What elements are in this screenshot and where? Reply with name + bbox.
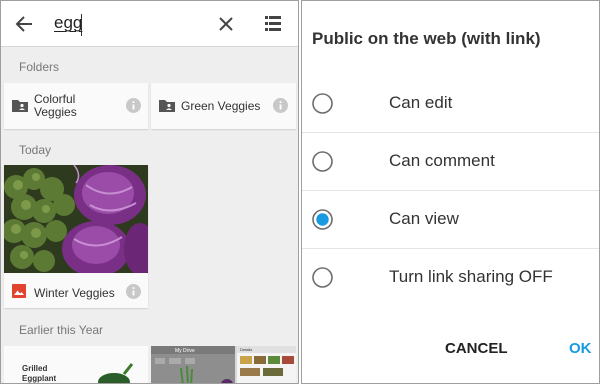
folder-name: Green Veggies — [181, 99, 261, 113]
info-icon[interactable] — [126, 284, 141, 299]
folder-item[interactable]: Colorful Veggies — [4, 83, 148, 129]
file-name: Winter Veggies — [34, 286, 115, 300]
info-icon[interactable] — [126, 98, 141, 113]
back-arrow-icon[interactable] — [14, 14, 34, 34]
option-label: Turn link sharing OFF — [389, 267, 553, 286]
cancel-button[interactable]: CANCEL — [445, 340, 508, 357]
shared-folder-icon — [12, 100, 28, 112]
text-cursor — [81, 14, 82, 36]
section-header-earlier: Earlier this Year — [19, 323, 104, 337]
info-icon[interactable] — [273, 98, 288, 113]
image-file-icon — [12, 284, 26, 298]
search-results-screen: egg Folders Colorful Veggies Green Veggi… — [0, 0, 299, 384]
option-can-comment[interactable]: Can comment — [302, 133, 599, 191]
option-can-edit[interactable]: Can edit — [302, 75, 599, 133]
search-input[interactable]: egg — [54, 13, 82, 33]
radio-button[interactable] — [312, 93, 333, 114]
screenshot-title: My Drive — [175, 348, 195, 354]
radio-button-selected[interactable] — [312, 209, 333, 230]
radio-button[interactable] — [312, 151, 333, 172]
option-label: Can edit — [389, 93, 453, 112]
folder-item[interactable]: Green Veggies — [151, 83, 296, 129]
section-header-today: Today — [19, 143, 52, 157]
eggplant-thumbnail — [98, 363, 134, 383]
file-thumbnail — [4, 165, 148, 273]
search-bar: egg — [1, 1, 298, 47]
radio-button[interactable] — [312, 267, 333, 288]
option-label: Can view — [389, 209, 459, 228]
section-header-folders: Folders — [19, 60, 60, 74]
option-link-sharing-off[interactable]: Turn link sharing OFF — [302, 249, 599, 307]
doc-preview-line1: Grilled — [22, 364, 48, 373]
screenshot-thumbnail — [151, 346, 296, 383]
dialog-title: Public on the web (with link) — [312, 29, 541, 48]
screenshot-details-title: Details — [240, 347, 253, 352]
ok-button[interactable]: OK — [569, 340, 592, 357]
file-item[interactable]: Grilled Eggplant — [4, 346, 148, 383]
close-icon[interactable] — [217, 15, 235, 33]
list-view-icon[interactable] — [265, 16, 281, 31]
file-item[interactable]: My Drive Details — [151, 346, 296, 383]
shared-folder-icon — [159, 100, 175, 112]
option-can-view[interactable]: Can view — [302, 191, 599, 249]
folder-name-line2: Veggies — [34, 105, 77, 119]
link-sharing-dialog: Public on the web (with link) Can edit C… — [301, 0, 600, 384]
option-label: Can comment — [389, 151, 495, 170]
file-item[interactable]: Winter Veggies — [4, 165, 148, 308]
doc-preview-line2: Eggplant — [22, 374, 57, 383]
